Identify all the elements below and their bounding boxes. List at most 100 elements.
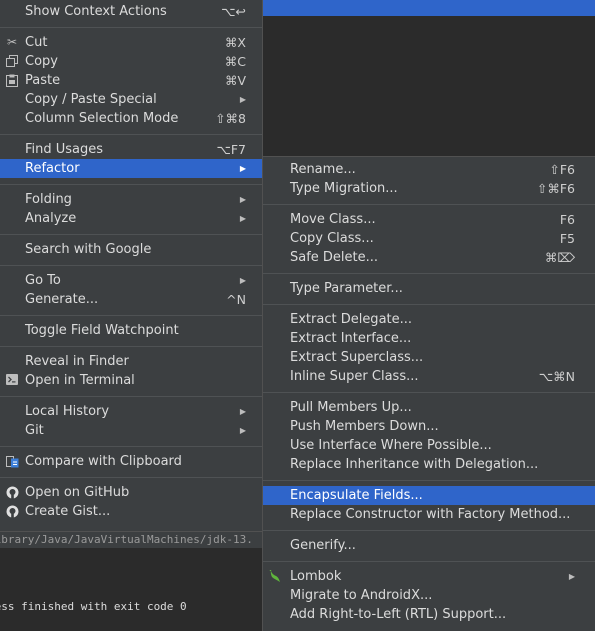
menu-item-label: Safe Delete... (290, 250, 379, 265)
menu-item-label: Lombok (290, 569, 342, 584)
menu-item-label: Toggle Field Watchpoint (25, 323, 179, 338)
menu-item-shortcut: F6 (559, 212, 575, 227)
submenu-arrow-icon: ▶ (568, 572, 575, 581)
menu-item-shortcut: ⌘X (224, 35, 246, 50)
menu-item-label: Local History (25, 404, 110, 419)
menu-item-search-with-google[interactable]: Search with Google (0, 240, 262, 259)
menu-item-label: Add Right-to-Left (RTL) Support... (290, 607, 507, 622)
github-icon (5, 505, 19, 518)
menu-separator (0, 396, 262, 397)
menu-item-paste[interactable]: Paste ⌘V (0, 71, 262, 90)
submenu-item-type-migration[interactable]: Type Migration... ⇧⌘F6 (263, 179, 595, 198)
menu-item-label: Copy (25, 54, 58, 69)
menu-item-label: Encapsulate Fields... (290, 488, 423, 503)
menu-item-label: Open on GitHub (25, 485, 130, 500)
menu-separator (263, 392, 595, 393)
menu-item-find-usages[interactable]: Find Usages ⌥F7 (0, 140, 262, 159)
submenu-item-encapsulate-fields[interactable]: Encapsulate Fields... (263, 486, 595, 505)
menu-item-label: Use Interface Where Possible... (290, 438, 492, 453)
submenu-item-migrate-to-androidx[interactable]: Migrate to AndroidX... (263, 586, 595, 605)
submenu-item-move-class[interactable]: Move Class... F6 (263, 210, 595, 229)
menu-item-open-in-terminal[interactable]: Open in Terminal (0, 371, 262, 390)
menu-item-label: Column Selection Mode (25, 111, 179, 126)
submenu-item-extract-interface[interactable]: Extract Interface... (263, 329, 595, 348)
submenu-arrow-icon: ▶ (239, 164, 246, 173)
menu-separator (0, 315, 262, 316)
menu-item-compare-with-clipboard[interactable]: Compare with Clipboard (0, 452, 262, 471)
menu-item-shortcut: ⌘⌦ (544, 250, 575, 265)
copy-icon (5, 55, 19, 68)
submenu-item-replace-constructor-with-factory-method[interactable]: Replace Constructor with Factory Method.… (263, 505, 595, 524)
menu-item-label: Push Members Down... (290, 419, 439, 434)
menu-item-label: Replace Inheritance with Delegation... (290, 457, 539, 472)
cut-icon: ✂ (6, 35, 18, 49)
submenu-item-push-members-down[interactable]: Push Members Down... (263, 417, 595, 436)
menu-item-label: Folding (25, 192, 72, 207)
github-icon (5, 486, 19, 499)
menu-item-label: Create Gist... (25, 504, 111, 519)
menu-item-label: Replace Constructor with Factory Method.… (290, 507, 571, 522)
menu-item-shortcut: F5 (559, 231, 575, 246)
menu-item-label: Extract Interface... (290, 331, 412, 346)
menu-item-copy[interactable]: Copy ⌘C (0, 52, 262, 71)
menu-item-label: Type Parameter... (290, 281, 403, 296)
menu-item-column-selection-mode[interactable]: Column Selection Mode ⇧⌘8 (0, 109, 262, 128)
menu-item-toggle-field-watchpoint[interactable]: Toggle Field Watchpoint (0, 321, 262, 340)
menu-item-open-on-github[interactable]: Open on GitHub (0, 483, 262, 502)
menu-item-shortcut: ⌘V (224, 73, 246, 88)
submenu-item-pull-members-up[interactable]: Pull Members Up... (263, 398, 595, 417)
menu-item-label: Copy Class... (290, 231, 374, 246)
lombok-chili-icon (268, 569, 282, 583)
menu-item-git[interactable]: Git ▶ (0, 421, 262, 440)
menu-item-shortcut: ⌥↩ (221, 4, 246, 19)
menu-item-cut[interactable]: ✂ Cut ⌘X (0, 33, 262, 52)
menu-item-show-context-actions[interactable]: Show Context Actions ⌥↩ (0, 2, 262, 21)
menu-item-shortcut: ⌥⌘N (538, 369, 575, 384)
menu-separator (0, 234, 262, 235)
menu-item-local-history[interactable]: Local History ▶ (0, 402, 262, 421)
submenu-item-copy-class[interactable]: Copy Class... F5 (263, 229, 595, 248)
compare-clipboard-icon (5, 455, 19, 468)
submenu-item-safe-delete[interactable]: Safe Delete... ⌘⌦ (263, 248, 595, 267)
menu-item-generate[interactable]: Generate... ^N (0, 290, 262, 309)
menu-item-label: Inline Super Class... (290, 369, 419, 384)
submenu-item-rename[interactable]: Rename... ⇧F6 (263, 160, 595, 179)
menu-item-copy-paste-special[interactable]: Copy / Paste Special ▶ (0, 90, 262, 109)
submenu-item-use-interface-where-possible[interactable]: Use Interface Where Possible... (263, 436, 595, 455)
submenu-item-generify[interactable]: Generify... (263, 536, 595, 555)
menu-item-refactor[interactable]: Refactor ▶ (0, 159, 262, 178)
menu-item-shortcut: ⇧⌘8 (215, 111, 246, 126)
menu-item-label: Type Migration... (290, 181, 398, 196)
paste-icon (5, 74, 19, 87)
menu-item-create-gist[interactable]: Create Gist... (0, 502, 262, 521)
menu-item-analyze[interactable]: Analyze ▶ (0, 209, 262, 228)
menu-item-go-to[interactable]: Go To ▶ (0, 271, 262, 290)
menu-item-label: Paste (25, 73, 61, 88)
menu-item-reveal-in-finder[interactable]: Reveal in Finder (0, 352, 262, 371)
submenu-item-type-parameter[interactable]: Type Parameter... (263, 279, 595, 298)
submenu-item-inline-super-class[interactable]: Inline Super Class... ⌥⌘N (263, 367, 595, 386)
menu-item-folding[interactable]: Folding ▶ (0, 190, 262, 209)
menu-separator (0, 265, 262, 266)
menu-item-label: Cut (25, 35, 48, 50)
submenu-arrow-icon: ▶ (239, 195, 246, 204)
submenu-item-replace-inheritance-with-delegation[interactable]: Replace Inheritance with Delegation... (263, 455, 595, 474)
menu-separator (0, 134, 262, 135)
submenu-arrow-icon: ▶ (239, 276, 246, 285)
console-path-text: library/Java/JavaVirtualMachines/jdk-13. (0, 532, 263, 548)
menu-item-shortcut: ^N (226, 292, 246, 307)
menu-item-label: Generify... (290, 538, 356, 553)
submenu-item-lombok[interactable]: Lombok ▶ (263, 567, 595, 586)
menu-separator (263, 204, 595, 205)
menu-separator (0, 27, 262, 28)
submenu-arrow-icon: ▶ (239, 426, 246, 435)
menu-item-label: Reveal in Finder (25, 354, 129, 369)
menu-separator (263, 530, 595, 531)
submenu-arrow-icon: ▶ (239, 214, 246, 223)
submenu-item-extract-delegate[interactable]: Extract Delegate... (263, 310, 595, 329)
menu-item-shortcut: ⌘C (224, 54, 246, 69)
submenu-item-add-rtl-support[interactable]: Add Right-to-Left (RTL) Support... (263, 605, 595, 624)
menu-item-label: Compare with Clipboard (25, 454, 182, 469)
menu-item-label: Migrate to AndroidX... (290, 588, 433, 603)
submenu-item-extract-superclass[interactable]: Extract Superclass... (263, 348, 595, 367)
